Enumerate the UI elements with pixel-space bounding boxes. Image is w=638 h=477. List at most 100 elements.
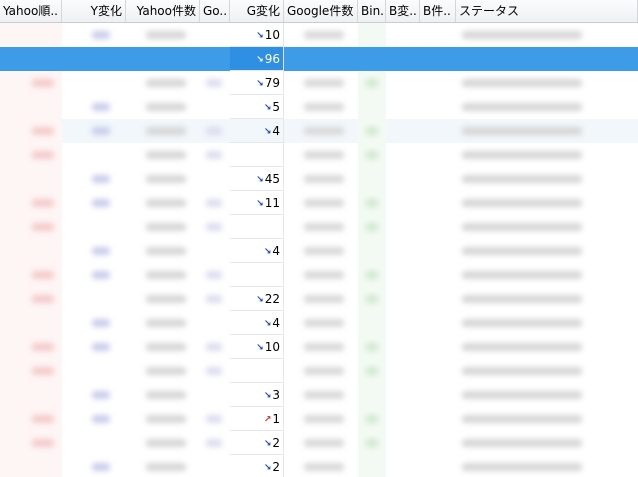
blurred-cell <box>420 143 456 167</box>
table-row[interactable]: ↗1 <box>0 407 638 431</box>
blurred-cell <box>200 335 230 359</box>
blurred-cell <box>456 23 638 47</box>
blurred-cell <box>0 215 62 239</box>
obscured-value <box>304 199 344 207</box>
blurred-cell <box>62 143 126 167</box>
blurred-cell <box>456 47 638 71</box>
blurred-cell <box>284 455 358 477</box>
obscured-value <box>92 415 110 423</box>
column-header[interactable]: B件.. <box>420 0 456 22</box>
obscured-value <box>462 247 582 255</box>
blurred-cell <box>358 431 386 455</box>
blurred-cell <box>358 455 386 477</box>
blurred-cell <box>284 239 358 263</box>
blurred-cell <box>456 239 638 263</box>
table-row[interactable]: ↘22 <box>0 287 638 311</box>
table-row[interactable]: ↘2 <box>0 455 638 477</box>
g-change-cell: ↘22 <box>230 287 284 311</box>
obscured-value <box>206 127 222 135</box>
column-header[interactable]: Bin.. <box>358 0 386 22</box>
blurred-cell <box>284 407 358 431</box>
blurred-cell <box>386 23 420 47</box>
column-header[interactable]: G変化 <box>230 0 284 22</box>
blurred-cell <box>420 311 456 335</box>
g-change-value: 2 <box>272 460 280 474</box>
blurred-cell <box>0 311 62 335</box>
obscured-value <box>304 79 344 87</box>
obscured-value <box>304 439 344 447</box>
table-row[interactable]: ↘4 <box>0 119 638 143</box>
table-row[interactable]: ↘3 <box>0 383 638 407</box>
column-header[interactable]: Yahoo件数 <box>126 0 200 22</box>
table-row[interactable] <box>0 263 638 287</box>
blurred-cell <box>284 311 358 335</box>
blurred-cell <box>200 167 230 191</box>
table-row[interactable]: ↘4 <box>0 239 638 263</box>
blurred-cell <box>386 287 420 311</box>
column-header[interactable]: Go.. <box>200 0 230 22</box>
obscured-value <box>304 223 344 231</box>
obscured-value <box>32 439 54 447</box>
blurred-cell <box>456 431 638 455</box>
blurred-cell <box>126 167 200 191</box>
obscured-value <box>462 223 582 231</box>
blurred-cell <box>386 119 420 143</box>
obscured-value <box>462 127 582 135</box>
blurred-cell <box>126 431 200 455</box>
blurred-cell <box>62 119 126 143</box>
blurred-cell <box>420 455 456 477</box>
blurred-cell <box>126 407 200 431</box>
obscured-value <box>206 415 222 423</box>
blurred-cell <box>0 239 62 263</box>
blurred-cell <box>386 239 420 263</box>
obscured-value <box>32 151 54 159</box>
table-row[interactable]: ↘10 <box>0 335 638 359</box>
blurred-cell <box>386 71 420 95</box>
obscured-value <box>92 391 110 399</box>
blurred-cell <box>420 71 456 95</box>
table-row[interactable]: ↘10 <box>0 23 638 47</box>
table-row[interactable] <box>0 359 638 383</box>
trend-down-icon: ↘ <box>263 103 272 113</box>
blurred-cell <box>358 239 386 263</box>
obscured-value <box>366 223 378 231</box>
obscured-value <box>146 175 186 183</box>
blurred-cell <box>284 335 358 359</box>
g-change-cell: ↘10 <box>230 335 284 359</box>
g-change-value: 96 <box>264 52 280 66</box>
blurred-cell <box>200 215 230 239</box>
blurred-cell <box>420 359 456 383</box>
obscured-value <box>146 343 186 351</box>
column-header[interactable]: ステータス <box>456 0 638 22</box>
table-row[interactable] <box>0 215 638 239</box>
obscured-value <box>92 271 110 279</box>
obscured-value <box>366 151 378 159</box>
table-row[interactable]: ↘5 <box>0 95 638 119</box>
obscured-value <box>146 271 186 279</box>
table-row[interactable]: ↘11 <box>0 191 638 215</box>
obscured-value <box>304 175 344 183</box>
blurred-cell <box>420 95 456 119</box>
column-header[interactable]: Google件数 <box>284 0 358 22</box>
table-row[interactable]: ↘2 <box>0 431 638 455</box>
obscured-value <box>92 175 110 183</box>
column-header[interactable]: Yahoo順.. <box>0 0 62 22</box>
trend-down-icon: ↘ <box>263 247 272 257</box>
column-header[interactable]: Y変化 <box>62 0 126 22</box>
table-body: ↘10 ↘96 ↘79 ↘5 ↘4 ↘45 ↘11 ↘4 ↘22 ↘4 ↘10 ↘3 ↗1 ↘2 ↘2 <box>0 23 638 477</box>
blurred-cell <box>0 191 62 215</box>
blurred-cell <box>358 143 386 167</box>
table-row[interactable]: ↘79 <box>0 71 638 95</box>
table-row[interactable]: ↘45 <box>0 167 638 191</box>
table-row[interactable]: ↘96 <box>0 47 638 71</box>
column-header[interactable]: B変.. <box>386 0 420 22</box>
blurred-cell <box>62 335 126 359</box>
blurred-cell <box>284 167 358 191</box>
blurred-cell <box>200 119 230 143</box>
blurred-cell <box>284 119 358 143</box>
blurred-cell <box>200 455 230 477</box>
table-row[interactable]: ↘4 <box>0 311 638 335</box>
table-row[interactable] <box>0 143 638 167</box>
blurred-cell <box>62 95 126 119</box>
blurred-cell <box>386 191 420 215</box>
